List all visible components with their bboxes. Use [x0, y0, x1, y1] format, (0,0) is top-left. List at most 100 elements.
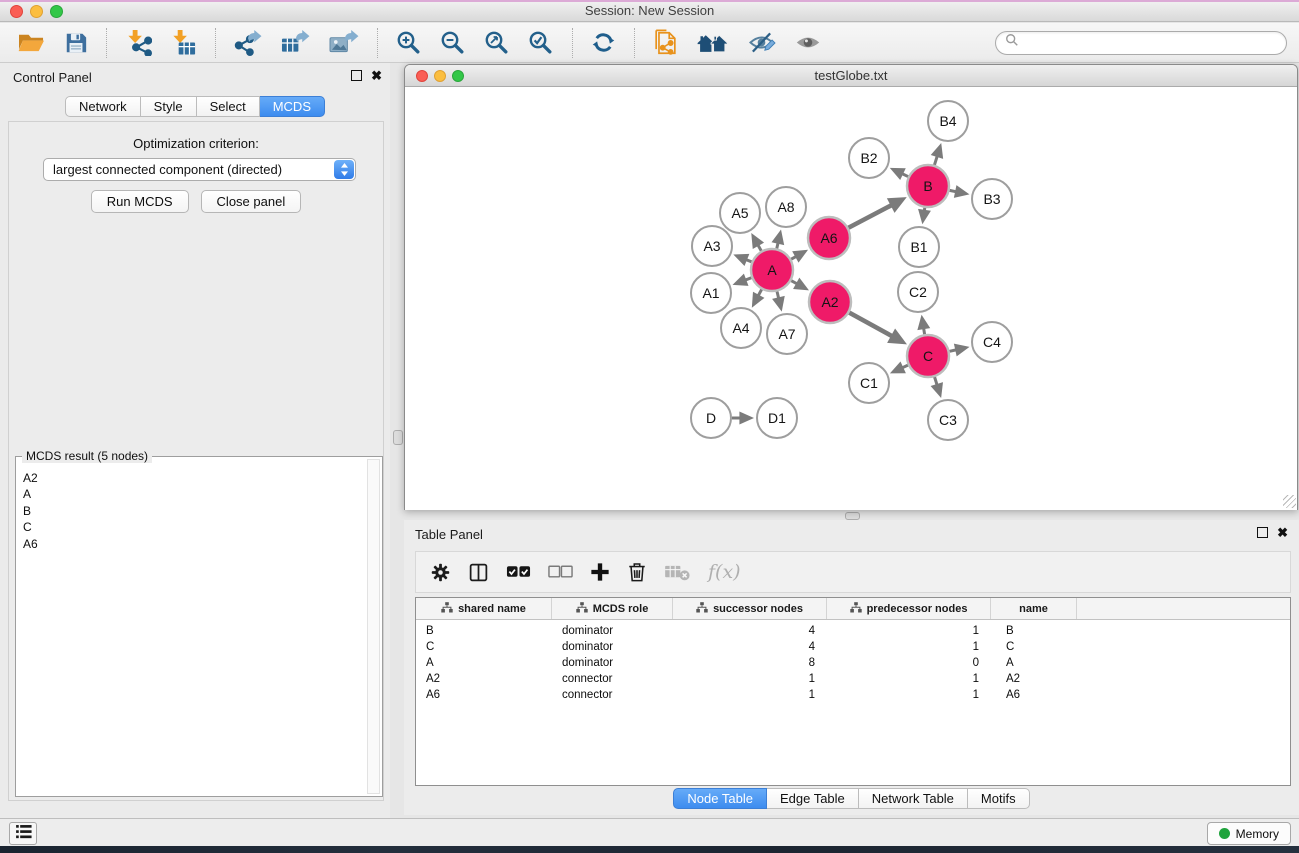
cell-MCDS-role[interactable]: dominator — [552, 657, 673, 669]
new-column-icon[interactable] — [590, 562, 610, 582]
table-row[interactable]: Cdominator41C — [416, 639, 1290, 655]
edge-arrowhead — [954, 185, 970, 198]
cell-name[interactable]: B — [991, 625, 1077, 637]
column-header-successor-nodes[interactable]: successor nodes — [673, 598, 827, 619]
cell-predecessor-nodes[interactable]: 1 — [827, 625, 991, 637]
column-header-MCDS-role[interactable]: MCDS role — [552, 598, 673, 619]
run-mcds-button[interactable]: Run MCDS — [91, 190, 189, 213]
column-visibility-icon[interactable] — [468, 562, 489, 583]
delete-table-icon[interactable] — [664, 563, 691, 582]
column-header-predecessor-nodes[interactable]: predecessor nodes — [827, 598, 991, 619]
function-builder-icon: f(x) — [708, 561, 741, 583]
node-label-C2: C2 — [909, 284, 927, 300]
network-file-button[interactable] — [644, 25, 687, 61]
cell-successor-nodes[interactable]: 8 — [673, 657, 827, 669]
homes-button[interactable] — [687, 25, 738, 61]
table-row[interactable]: Bdominator41B — [416, 623, 1290, 639]
cell-shared-name[interactable]: A — [416, 657, 552, 669]
cell-MCDS-role[interactable]: connector — [552, 673, 673, 685]
column-header-name[interactable]: name — [991, 598, 1077, 619]
network-window-titlebar[interactable]: testGlobe.txt — [405, 65, 1297, 87]
table-tab-node-table[interactable]: Node Table — [673, 788, 767, 809]
cell-MCDS-role[interactable]: dominator — [552, 641, 673, 653]
edge-A6-B[interactable] — [848, 205, 892, 228]
search-field[interactable] — [995, 31, 1287, 55]
cell-shared-name[interactable]: C — [416, 641, 552, 653]
import-table-button[interactable] — [161, 25, 206, 61]
open-session-button[interactable] — [8, 25, 55, 61]
export-image-button[interactable] — [319, 25, 368, 61]
result-item[interactable]: C — [23, 519, 365, 535]
result-scrollbar[interactable] — [367, 459, 380, 794]
close-panel-icon[interactable]: ✖ — [371, 70, 382, 81]
edge-arrowhead — [931, 143, 943, 159]
cell-successor-nodes[interactable]: 1 — [673, 689, 827, 701]
network-canvas[interactable]: B4B2BB3A5A8A6A3B1AA1C2A2A4A7C4CC1C3DD1 — [405, 87, 1297, 510]
cell-predecessor-nodes[interactable]: 1 — [827, 641, 991, 653]
result-item[interactable]: B — [23, 503, 365, 519]
tab-select[interactable]: Select — [197, 96, 260, 117]
delete-columns-icon[interactable] — [627, 561, 647, 583]
table-row[interactable]: A6connector11A6 — [416, 687, 1290, 703]
close-table-panel-icon[interactable]: ✖ — [1277, 527, 1288, 538]
toolbar-separator — [634, 28, 635, 58]
search-input[interactable] — [1024, 36, 1277, 50]
tab-style[interactable]: Style — [141, 96, 197, 117]
vertical-splitter-handle[interactable] — [393, 430, 403, 445]
node-label-B4: B4 — [939, 113, 956, 129]
table-row[interactable]: A2connector11A2 — [416, 671, 1290, 687]
zoom-fit-button[interactable] — [475, 25, 519, 61]
table-tab-edge-table[interactable]: Edge Table — [767, 788, 859, 809]
cell-MCDS-role[interactable]: dominator — [552, 625, 673, 637]
cell-successor-nodes[interactable]: 4 — [673, 625, 827, 637]
tab-mcds[interactable]: MCDS — [260, 96, 325, 117]
result-item[interactable]: A — [23, 486, 365, 502]
node-label-D: D — [706, 410, 716, 426]
node-label-B2: B2 — [860, 150, 877, 166]
close-panel-button[interactable]: Close panel — [201, 190, 302, 213]
deselect-all-icon[interactable] — [548, 565, 573, 579]
save-session-button[interactable] — [55, 25, 97, 61]
cell-name[interactable]: C — [991, 641, 1077, 653]
cell-predecessor-nodes[interactable]: 0 — [827, 657, 991, 669]
export-table-button[interactable] — [271, 25, 319, 61]
table-row[interactable]: Adominator80A — [416, 655, 1290, 671]
show-graphics-button[interactable] — [785, 25, 831, 61]
cell-name[interactable]: A2 — [991, 673, 1077, 685]
cell-shared-name[interactable]: A6 — [416, 689, 552, 701]
window-resize-grip[interactable] — [1283, 495, 1296, 508]
result-item[interactable]: A6 — [23, 536, 365, 552]
float-panel-icon[interactable] — [351, 70, 362, 81]
tab-network[interactable]: Network — [65, 96, 141, 117]
cell-successor-nodes[interactable]: 1 — [673, 673, 827, 685]
zoom-selected-button[interactable] — [519, 25, 563, 61]
edge-A2-C[interactable] — [849, 313, 893, 337]
criterion-dropdown[interactable]: largest connected component (directed) — [43, 158, 356, 181]
task-history-button[interactable] — [9, 822, 37, 845]
cell-shared-name[interactable]: A2 — [416, 673, 552, 685]
table-settings-icon[interactable] — [430, 562, 451, 583]
memory-button[interactable]: Memory — [1207, 822, 1291, 845]
table-tab-motifs[interactable]: Motifs — [968, 788, 1030, 809]
cell-name[interactable]: A6 — [991, 689, 1077, 701]
result-item[interactable]: A2 — [23, 470, 365, 486]
hide-graphics-button[interactable] — [738, 25, 785, 61]
zoom-in-button[interactable] — [387, 25, 431, 61]
cell-name[interactable]: A — [991, 657, 1077, 669]
select-all-icon[interactable] — [506, 565, 531, 579]
memory-label: Memory — [1236, 827, 1279, 841]
zoom-out-button[interactable] — [431, 25, 475, 61]
export-network-button[interactable] — [225, 25, 271, 61]
cell-shared-name[interactable]: B — [416, 625, 552, 637]
cell-MCDS-role[interactable]: connector — [552, 689, 673, 701]
float-table-panel-icon[interactable] — [1257, 527, 1268, 538]
cell-predecessor-nodes[interactable]: 1 — [827, 689, 991, 701]
cell-successor-nodes[interactable]: 4 — [673, 641, 827, 653]
cell-predecessor-nodes[interactable]: 1 — [827, 673, 991, 685]
refresh-layout-button[interactable] — [582, 25, 625, 61]
horizontal-splitter-handle[interactable] — [845, 512, 860, 520]
table-tab-network-table[interactable]: Network Table — [859, 788, 968, 809]
node-label-A1: A1 — [702, 285, 719, 301]
import-network-button[interactable] — [116, 25, 161, 61]
column-header-shared-name[interactable]: shared name — [416, 598, 552, 619]
